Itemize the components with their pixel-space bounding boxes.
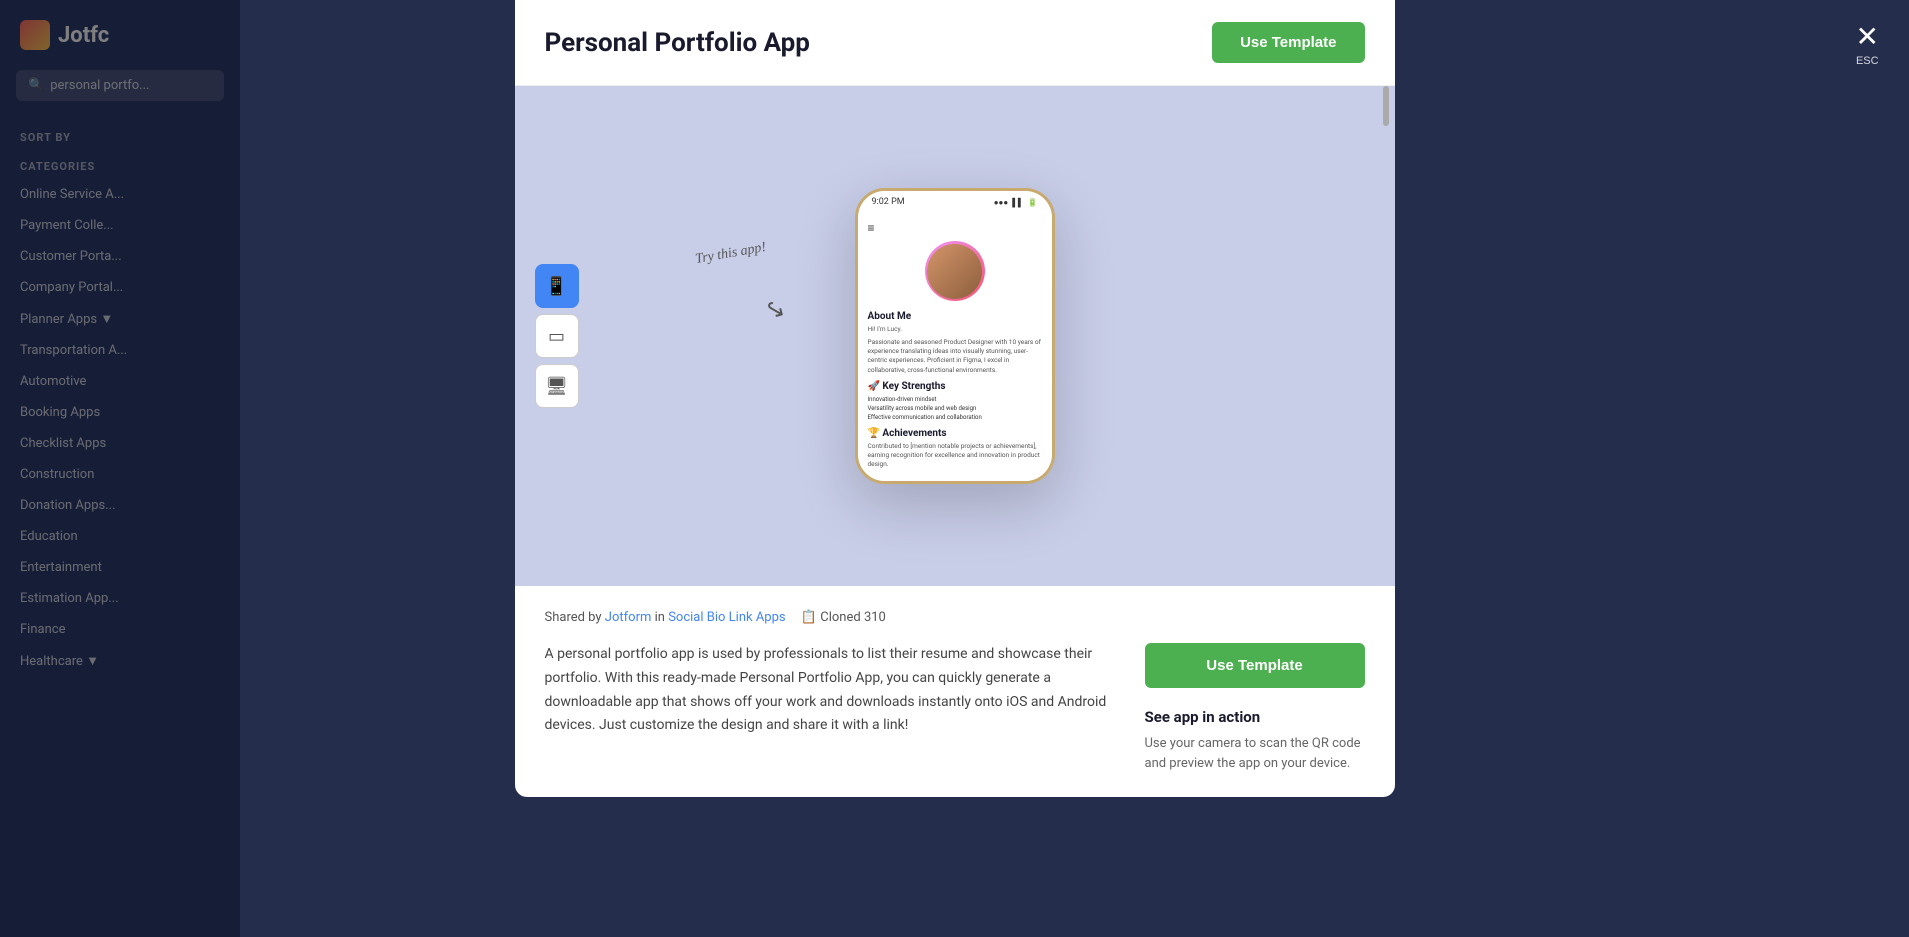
close-button[interactable]: ✕ ESC xyxy=(1856,20,1879,67)
try-arrow: ↪ xyxy=(759,293,790,327)
see-in-action-desc: Use your camera to scan the QR code and … xyxy=(1145,734,1365,773)
phone-bio: Passionate and seasoned Product Designer… xyxy=(868,338,1042,374)
modal-body: Shared by Jotform in Social Bio Link App… xyxy=(515,586,1395,797)
phone-achievements-title: 🏆 Achievements xyxy=(868,428,1042,439)
desktop-icon: 🖥 xyxy=(545,376,568,397)
use-template-header-button[interactable]: Use Template xyxy=(1212,22,1364,63)
phone-time: 9:02 PM xyxy=(872,197,905,207)
phone-hamburger: ≡ xyxy=(868,221,1042,235)
try-annotation: Try this app! xyxy=(694,240,767,268)
phone-strengths-title: 🚀 Key Strengths xyxy=(868,381,1042,392)
mobile-device-button[interactable]: 📱 xyxy=(535,264,579,308)
phone-strength-3: Effective communication and collaboratio… xyxy=(868,413,1042,422)
clone-icon: 📋 xyxy=(801,610,817,625)
cloned-text: Cloned xyxy=(820,610,864,625)
phone-strength-1: Innovation-driven mindset xyxy=(868,395,1042,404)
category-link[interactable]: Social Bio Link Apps xyxy=(668,610,785,625)
phone-greeting: Hi! I'm Lucy. xyxy=(868,325,1042,334)
tablet-icon: ▭ xyxy=(548,326,565,347)
shared-by-text: Shared by xyxy=(545,610,605,625)
modal-scrollbar-track xyxy=(1383,86,1389,586)
use-template-main-button[interactable]: Use Template xyxy=(1145,643,1365,688)
phone-content: ≡ About Me Hi! I'm Lucy. Passionate and … xyxy=(858,213,1052,481)
close-icon: ✕ xyxy=(1856,20,1879,53)
modal-title: Personal Portfolio App xyxy=(545,28,810,58)
modal-layout: A personal portfolio app is used by prof… xyxy=(545,643,1365,773)
phone-mockup: 9:02 PM ●●● ▌▌ 🔋 ≡ About Me Hi! I'm Lucy… xyxy=(855,188,1055,484)
phone-status-icons: ●●● ▌▌ 🔋 xyxy=(994,198,1038,207)
mobile-icon: 📱 xyxy=(545,276,567,297)
modal-meta: Shared by Jotform in Social Bio Link App… xyxy=(545,610,1365,625)
modal-header: Personal Portfolio App Use Template xyxy=(515,0,1395,86)
modal-description: A personal portfolio app is used by prof… xyxy=(545,643,1115,773)
tablet-device-button[interactable]: ▭ xyxy=(535,314,579,358)
modal-preview-area: 📱 ▭ 🖥 Try this app! ↪ 9:02 PM ●●● ▌▌ 🔋 xyxy=(515,86,1395,586)
try-annotation-text: Try this app! xyxy=(694,240,767,267)
modal-actions: Use Template See app in action Use your … xyxy=(1145,643,1365,773)
device-selector: 📱 ▭ 🖥 xyxy=(535,264,579,408)
phone-avatar-image xyxy=(927,244,982,299)
phone-status-bar: 9:02 PM ●●● ▌▌ 🔋 xyxy=(858,191,1052,213)
phone-achievements-text: Contributed to [mention notable projects… xyxy=(868,442,1042,469)
in-text: in xyxy=(655,610,669,625)
phone-strength-2: Versatility across mobile and web design xyxy=(868,404,1042,413)
cloned-count: 310 xyxy=(864,610,886,625)
see-in-action-title: See app in action xyxy=(1145,708,1365,726)
desktop-device-button[interactable]: 🖥 xyxy=(535,364,579,408)
esc-label: ESC xyxy=(1856,55,1879,67)
author-link[interactable]: Jotform xyxy=(605,610,652,625)
phone-avatar xyxy=(925,241,985,301)
modal-dialog: Personal Portfolio App Use Template 📱 ▭ … xyxy=(515,0,1395,797)
phone-about-title: About Me xyxy=(868,311,1042,322)
modal-scrollbar-thumb[interactable] xyxy=(1383,86,1389,126)
